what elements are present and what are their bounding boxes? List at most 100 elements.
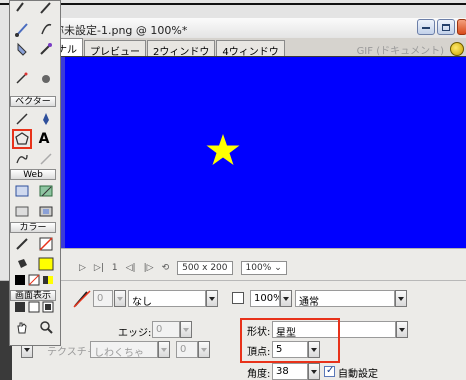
show-slices-icon — [39, 206, 53, 217]
tool-row — [14, 71, 54, 87]
document-status-bar: ▷ ▷| 1 ◁| |▷ ⟲ 500 x 200 100% ⌄ — [51, 248, 466, 280]
document-canvas[interactable] — [51, 56, 466, 249]
chevron-down-icon: ⌄ — [274, 263, 282, 273]
tool-row — [14, 21, 54, 37]
edge-dropdown[interactable] — [180, 321, 192, 338]
knife-icon — [40, 153, 52, 165]
slice-tool[interactable] — [38, 183, 54, 199]
blur-tool[interactable] — [38, 41, 54, 57]
fill-color-button[interactable] — [14, 256, 30, 272]
opacity-field[interactable]: 100% — [250, 290, 280, 307]
stroke-size-field[interactable]: 0 — [93, 290, 113, 307]
polygon-tool[interactable] — [12, 129, 32, 149]
export-format-label: GIF (ドキュメント) — [356, 46, 444, 57]
hide-slices-button[interactable] — [14, 203, 30, 219]
full-screen-menu-mode-button[interactable] — [28, 301, 40, 317]
pencil-tool[interactable] — [38, 21, 54, 37]
blend-mode-field[interactable]: 通常 — [295, 290, 395, 307]
loop-icon[interactable]: ⟲ — [162, 263, 170, 273]
texture-dropdown[interactable] — [158, 341, 170, 358]
knife-tool[interactable] — [38, 151, 54, 167]
tool-row — [14, 274, 54, 290]
next-frame-icon[interactable]: |▷ — [144, 263, 154, 273]
lasso-tool[interactable] — [14, 1, 30, 17]
canvas-size-display[interactable]: 500 x 200 — [177, 261, 233, 275]
burn-tool[interactable] — [38, 71, 54, 87]
eraser-icon — [17, 42, 27, 56]
play-icon[interactable]: ▷ — [79, 263, 86, 273]
optimize-icon[interactable] — [450, 42, 464, 56]
smudge-tool[interactable] — [14, 71, 30, 87]
tool-row — [14, 183, 54, 199]
stroke-type-dropdown[interactable] — [206, 290, 218, 307]
document-title-bar[interactable]: 称未設定-1.png @ 100%* — [51, 18, 466, 38]
stroke-color-swatch[interactable] — [73, 290, 91, 308]
stroke-type-field[interactable]: なし — [128, 290, 206, 307]
fill-color-well[interactable] — [38, 256, 54, 272]
star-shape[interactable] — [206, 134, 240, 166]
tool-row — [14, 236, 54, 252]
texture-amount-dropdown[interactable] — [198, 341, 210, 358]
section-vector: ベクター — [10, 96, 56, 107]
tab-4-up[interactable]: 4ウィンドウ — [216, 40, 285, 58]
stroke-color-button[interactable] — [14, 236, 30, 252]
screen-mode-icon — [15, 302, 25, 312]
tool-row — [14, 151, 54, 167]
line-tool[interactable] — [14, 111, 30, 127]
section-view: 画面表示 — [10, 290, 56, 301]
last-frame-icon[interactable]: ▷| — [94, 263, 104, 273]
no-stroke-fill-button[interactable] — [28, 274, 40, 290]
zoom-tool[interactable] — [38, 319, 54, 335]
section-color: カラー — [10, 222, 56, 233]
freeform-tool[interactable] — [14, 151, 30, 167]
shape-dropdown[interactable] — [396, 321, 408, 338]
text-tool[interactable]: A — [36, 131, 52, 147]
stroke-color-well[interactable] — [38, 236, 54, 252]
lasso-icon — [16, 2, 24, 12]
hotspot-tool[interactable] — [14, 183, 30, 199]
property-inspector: 0 なし 100% 通常 エッジ: 0 形状: 星型 テクスチャ: しわくちゃ … — [0, 280, 466, 380]
prev-frame-icon[interactable]: ◁| — [126, 263, 136, 273]
eraser-tool[interactable] — [14, 41, 30, 57]
section-web: Web — [10, 169, 56, 180]
texture-amount-field[interactable]: 0 — [176, 341, 198, 358]
tool-row — [14, 1, 54, 17]
opacity-dropdown[interactable] — [280, 290, 292, 307]
tool-row — [14, 256, 54, 272]
texture-field[interactable]: しわくちゃ — [90, 341, 158, 358]
swap-colors-button[interactable] — [42, 274, 54, 290]
close-button[interactable] — [457, 19, 466, 35]
angle-field[interactable]: 38 — [272, 363, 308, 380]
minimize-button[interactable] — [417, 19, 435, 35]
edge-field[interactable]: 0 — [152, 321, 180, 338]
zoom-dropdown[interactable]: 100% ⌄ — [240, 261, 287, 275]
restore-button[interactable] — [437, 19, 455, 35]
brush-tool[interactable] — [14, 21, 30, 37]
magic-wand-tool[interactable] — [38, 1, 54, 17]
angle-label: 角度: — [247, 369, 271, 380]
show-slices-button[interactable] — [38, 203, 54, 219]
standard-screen-mode-button[interactable] — [14, 301, 26, 317]
burn-icon — [42, 75, 50, 83]
document-title: 称未設定-1.png @ 100%* — [53, 24, 188, 37]
screen-mode-icon — [42, 301, 54, 313]
auto-join-checkbox[interactable] — [324, 365, 335, 377]
angle-dropdown[interactable] — [308, 363, 320, 380]
tab-2-up[interactable]: 2ウィンドウ — [147, 40, 216, 58]
full-screen-mode-button[interactable] — [42, 301, 54, 317]
document-window: 称未設定-1.png @ 100%* ナル プレビュー 2ウィンドウ 4ウィンド… — [50, 18, 466, 280]
no-color-icon — [28, 274, 40, 286]
stroke-size-dropdown[interactable] — [114, 290, 126, 307]
tab-preview[interactable]: プレビュー — [84, 40, 146, 58]
tool-row — [14, 41, 54, 57]
stroke-color-icon — [16, 238, 28, 250]
default-colors-button[interactable] — [14, 274, 26, 290]
pen-tool[interactable] — [38, 111, 54, 127]
blend-mode-dropdown[interactable] — [395, 290, 407, 307]
hand-tool[interactable] — [14, 319, 30, 335]
fill-swatch-icon — [38, 257, 54, 271]
tools-panel: ベクター A Web カラー 画面表示 — [9, 0, 61, 346]
tool-row — [14, 301, 54, 317]
top-rule — [0, 3, 466, 5]
freeform-icon — [16, 154, 28, 164]
